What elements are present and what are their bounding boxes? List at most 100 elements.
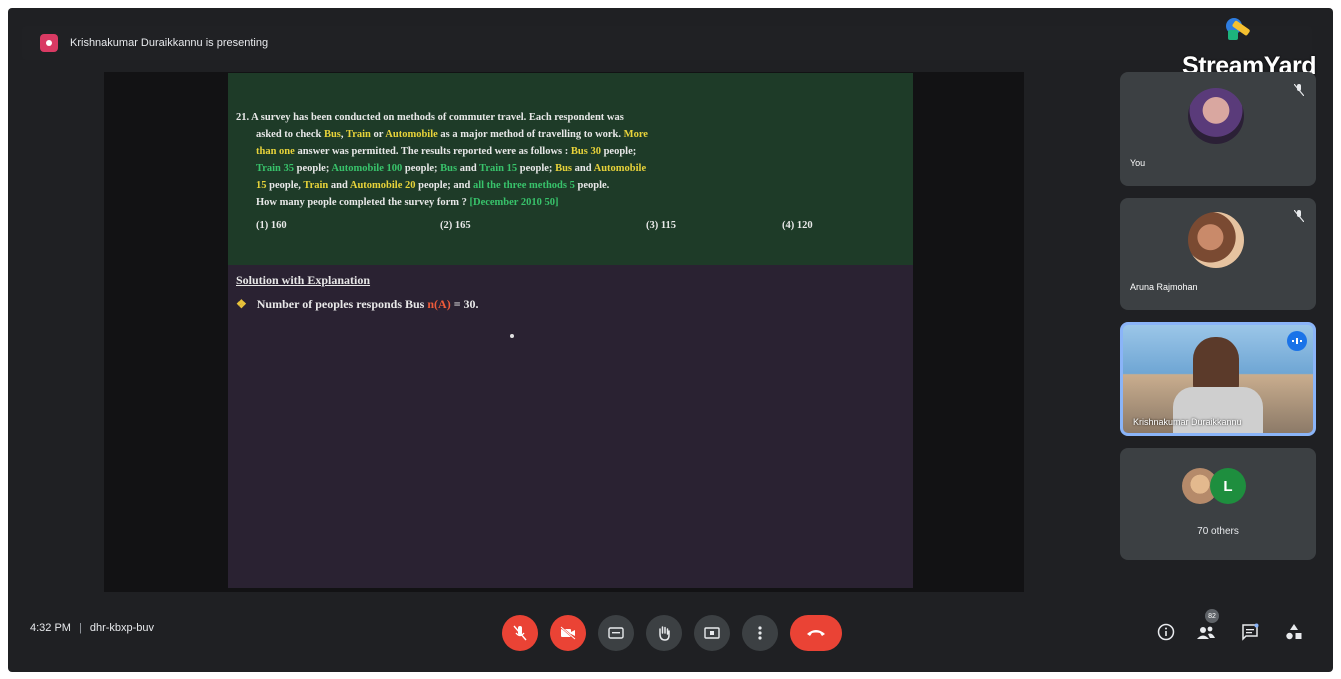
meeting-code: dhr-kbxp-buv [89, 622, 155, 634]
leave-call-button[interactable] [790, 615, 842, 651]
question-text-segment: asked to check [256, 129, 324, 140]
avatar [1188, 212, 1244, 268]
question-text-segment: people; [294, 163, 332, 174]
captions-button[interactable] [598, 615, 634, 651]
question-box: 21. A survey has been conducted on metho… [228, 73, 913, 265]
question-text-segment: people. [574, 180, 610, 191]
meeting-toolbar: 4:32 PM | dhr-kbxp-buv 82 [8, 608, 1333, 658]
participant-tile-you[interactable]: You [1120, 72, 1316, 186]
meeting-time: 4:32 PM [30, 622, 71, 634]
question-text-segment: Bus 30 [570, 146, 601, 157]
solution-line-highlight: n(A) [427, 297, 451, 311]
participant-name: 70 others [1197, 526, 1239, 537]
meeting-window: Krishnakumar Duraikkannu is presenting S… [8, 8, 1333, 672]
question-text-segment: Train 35 [256, 163, 295, 174]
question-text-segment: Train [345, 129, 371, 140]
chat-button[interactable] [1236, 618, 1264, 646]
participant-name: Aruna Rajmohan [1130, 282, 1198, 292]
question-text-segment: 15 [256, 180, 267, 191]
question-text-segment: people; [402, 163, 441, 174]
question-line: asked to check Bus, Train or Automobile … [236, 126, 836, 143]
question-text-segment: Automobile [593, 163, 647, 174]
question-text-segment: all the three methods 5 [472, 180, 575, 191]
camera-button[interactable] [550, 615, 586, 651]
activities-icon [1286, 624, 1302, 640]
mic-off-icon [513, 625, 527, 641]
option-4: (4) 120 [782, 220, 813, 231]
presenting-banner: Krishnakumar Duraikkannu is presenting [22, 26, 1312, 60]
question-text-segment: Bus [555, 163, 572, 174]
question-line: 15 people, Train and Automobile 20 peopl… [236, 177, 836, 194]
info-icon [1157, 623, 1175, 641]
participant-name: Krishnakumar Duraikkannu [1133, 417, 1242, 427]
present-screen-button[interactable] [694, 615, 730, 651]
presenting-icon [40, 34, 58, 52]
option-3: (3) 115 [646, 220, 677, 231]
option-1: (1) 160 [256, 220, 287, 231]
question-text-segment: answer was permitted. The results report… [294, 146, 571, 157]
question-text-segment: people; [600, 146, 637, 157]
people-icon [1197, 626, 1215, 639]
camera-off-icon [560, 626, 576, 640]
question-text-segment: and [572, 163, 594, 174]
avatar: L [1210, 468, 1246, 504]
people-button[interactable]: 82 [1192, 609, 1220, 646]
question-line: How many people completed the survey for… [236, 194, 836, 211]
chat-icon [1242, 623, 1259, 641]
shared-slide: 21. A survey has been conducted on metho… [228, 73, 913, 588]
captions-icon [608, 627, 624, 639]
question-text-segment: Bus [323, 129, 341, 140]
diamond-bullet-icon: ❖ [236, 297, 247, 311]
question-text-segment: Train [303, 180, 329, 191]
question-text-segment: Automobile 20 [349, 180, 416, 191]
question-text-segment: people; [517, 163, 556, 174]
mic-off-icon [1294, 210, 1304, 222]
activities-button[interactable] [1280, 618, 1308, 646]
question-text-segment: Automobile [385, 129, 438, 140]
question-text-segment: people, [266, 180, 304, 191]
participant-name: You [1130, 158, 1146, 168]
present-icon [704, 627, 720, 639]
question-text-segment: How many people completed the survey for… [256, 197, 470, 208]
speaking-indicator-icon [1287, 331, 1307, 351]
solution-line-suffix: = 30. [450, 297, 479, 311]
meeting-info-separator: | [78, 622, 82, 634]
solution-title: Solution with Explanation [236, 273, 371, 287]
question-text-segment: 21. A survey has been conducted on metho… [236, 112, 624, 123]
more-vertical-icon [758, 626, 762, 640]
participant-tile-aruna[interactable]: Aruna Rajmohan [1120, 198, 1316, 310]
participant-tile-presenter[interactable]: Krishnakumar Duraikkannu [1120, 322, 1316, 436]
solution-line-prefix: Number of peoples responds Bus [256, 297, 428, 311]
question-text-segment: people; and [415, 180, 473, 191]
solution-line: ❖ Number of peoples responds Bus n(A) = 3… [236, 297, 479, 312]
people-count-badge: 82 [1205, 609, 1219, 623]
question-line: 21. A survey has been conducted on metho… [236, 109, 836, 126]
question-text-segment: and [328, 180, 350, 191]
mouse-cursor [510, 334, 514, 338]
presenting-text: Krishnakumar Duraikkannu is presenting [70, 37, 269, 49]
question-line: than one answer was permitted. The resul… [236, 143, 836, 160]
meeting-info: 4:32 PM | dhr-kbxp-buv [30, 622, 154, 634]
hang-up-icon [807, 630, 825, 636]
avatar [1188, 88, 1244, 144]
participant-tile-others[interactable]: L 70 others [1120, 448, 1316, 560]
option-2: (2) 165 [440, 220, 471, 231]
question-text-segment: [December 2010 50] [469, 197, 559, 208]
question-text: 21. A survey has been conducted on metho… [236, 109, 836, 211]
question-text-segment: than one [256, 146, 295, 157]
streamyard-logo-icon [1226, 18, 1250, 40]
question-text-segment: as a major method of travelling to work. [437, 129, 624, 140]
hand-icon [659, 626, 670, 641]
mic-off-icon [1294, 84, 1304, 96]
microphone-button[interactable] [502, 615, 538, 651]
raise-hand-button[interactable] [646, 615, 682, 651]
question-line: Train 35 people; Automobile 100 people; … [236, 160, 836, 177]
question-text-segment: Automobile 100 [331, 163, 403, 174]
question-text-segment: Bus [440, 163, 458, 174]
more-options-button[interactable] [742, 615, 778, 651]
question-text-segment: and [457, 163, 480, 174]
question-text-segment: or [370, 129, 386, 140]
question-text-segment: More [623, 129, 648, 140]
meeting-details-button[interactable] [1152, 618, 1180, 646]
question-text-segment: Train 15 [479, 163, 518, 174]
